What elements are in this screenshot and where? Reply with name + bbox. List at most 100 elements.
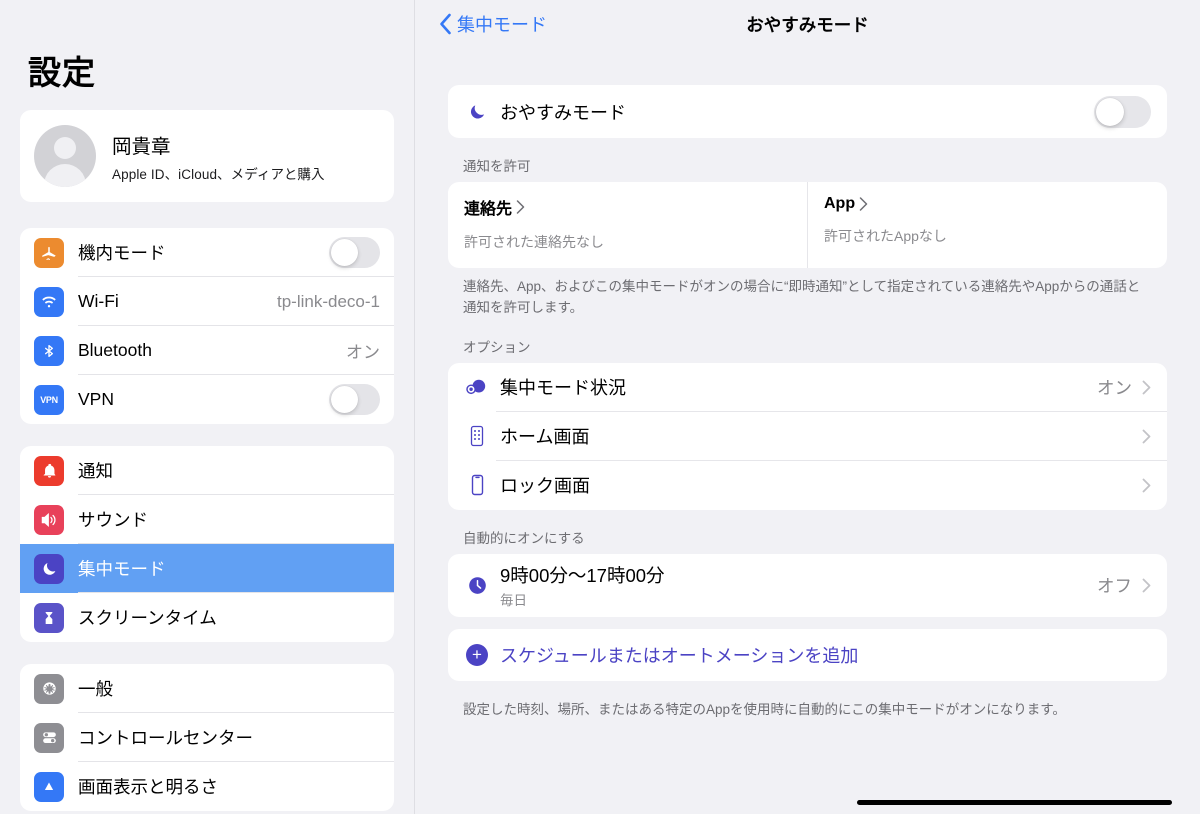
chevron-right-icon (1142, 578, 1151, 593)
sidebar-item-wifi[interactable]: Wi-Fi tp-link-deco-1 (20, 277, 394, 326)
home-indicator (857, 800, 1172, 805)
sidebar-item-focus[interactable]: 集中モード (20, 544, 394, 593)
chevron-right-icon (516, 200, 525, 214)
chevron-right-icon (1142, 478, 1151, 493)
options-header: オプション (463, 339, 531, 355)
account-subtitle: Apple ID、iCloud、メディアと購入 (112, 166, 325, 182)
chevron-right-icon (859, 197, 868, 211)
apple-account-card[interactable]: 岡貴章 Apple ID、iCloud、メディアと購入 (20, 110, 394, 202)
sidebar-item-screen-time[interactable]: スクリーンタイム (20, 593, 394, 642)
sidebar-item-label: Bluetooth (78, 340, 152, 360)
sidebar-item-label: Wi-Fi (78, 291, 119, 311)
sidebar-item-label: VPN (78, 389, 114, 409)
add-schedule-card: + スケジュールまたはオートメーションを追加 (448, 628, 1167, 681)
sidebar-item-general[interactable]: 一般 (20, 664, 394, 713)
allow-contacts-title: 連絡先 (464, 201, 513, 218)
do-not-disturb-label: おやすみモード (500, 102, 626, 123)
option-row-lock-screen[interactable]: ロック画面 (448, 461, 1167, 510)
option-label: ホーム画面 (500, 427, 590, 448)
avatar (34, 125, 96, 187)
allow-notifications-footnote: 連絡先、App、およびこの集中モードがオンの場合に“即時通知”として指定されてい… (463, 279, 1141, 315)
allow-apps-column[interactable]: App 許可されたAppなし (807, 182, 1167, 268)
do-not-disturb-row[interactable]: おやすみモード (448, 85, 1167, 138)
allow-contacts-column[interactable]: 連絡先 許可された連絡先なし (448, 182, 807, 268)
sidebar-item-label: 一般 (78, 679, 113, 699)
sidebar-item-control-center[interactable]: コントロールセンター (20, 713, 394, 762)
allow-notifications-header: 通知を許可 (463, 159, 531, 174)
display-brightness-icon (34, 771, 64, 802)
settings-sidebar: 設定 岡貴章 Apple ID、iCloud、メディアと購入 機内モード Wi-… (0, 0, 415, 814)
wifi-network-value: tp-link-deco-1 (277, 291, 380, 311)
navigation-bar: 集中モード おやすみモード (433, 0, 1182, 48)
sidebar-group-notifications: 通知 サウンド 集中モード スクリーンタイム (20, 446, 394, 642)
do-not-disturb-toggle[interactable] (1094, 95, 1151, 128)
wifi-icon (34, 286, 64, 317)
gear-icon (34, 673, 64, 704)
plus-circle-icon: + (464, 643, 490, 666)
add-schedule-row[interactable]: + スケジュールまたはオートメーションを追加 (448, 629, 1167, 681)
page-title: 設定 (28, 54, 96, 91)
option-label: 集中モード状況 (500, 378, 626, 399)
home-screen-icon (464, 425, 490, 447)
sidebar-item-airplane-mode[interactable]: 機内モード (20, 228, 394, 277)
sidebar-item-label: コントロールセンター (78, 728, 253, 748)
moon-icon (464, 102, 490, 121)
back-button[interactable]: 集中モード (433, 11, 547, 37)
allow-apps-title: App (824, 195, 856, 212)
allow-notifications-card: 連絡先 許可された連絡先なし App 許可されたAppなし (448, 182, 1167, 268)
option-label: ロック画面 (500, 476, 590, 497)
airplane-mode-toggle[interactable] (329, 237, 380, 268)
sidebar-item-label: 集中モード (78, 559, 166, 579)
sidebar-item-label: 画面表示と明るさ (78, 777, 218, 797)
sidebar-group-connectivity: 機内モード Wi-Fi tp-link-deco-1 Bluetooth オン (20, 228, 394, 424)
chevron-right-icon (1142, 429, 1151, 444)
account-name: 岡貴章 (112, 135, 171, 158)
sidebar-item-sounds[interactable]: サウンド (20, 495, 394, 544)
schedule-card: 9時00分〜17時00分 毎日 オフ (448, 553, 1167, 617)
sidebar-item-bluetooth[interactable]: Bluetooth オン (20, 326, 394, 375)
vpn-icon: VPN (34, 384, 64, 415)
hourglass-icon (34, 602, 64, 633)
sidebar-item-label: スクリーンタイム (78, 608, 217, 628)
speaker-icon (34, 504, 64, 535)
lock-screen-icon (464, 474, 490, 496)
bell-icon (34, 455, 64, 486)
airplane-icon (34, 237, 64, 268)
schedule-repeat: 毎日 (500, 592, 527, 608)
allow-contacts-subtitle: 許可された連絡先なし (464, 234, 604, 250)
sidebar-item-label: 通知 (78, 461, 113, 481)
schedule-text: 9時00分〜17時00分 毎日 (500, 562, 1097, 609)
schedule-state-value: オフ (1097, 575, 1132, 596)
chevron-left-icon (440, 13, 451, 35)
options-card: 集中モード状況 オン ホーム画面 ロック画面 (448, 362, 1167, 510)
option-row-home-screen[interactable]: ホーム画面 (448, 412, 1167, 461)
focus-detail-pane: 集中モード おやすみモード おやすみモード 通知を許可 連絡先 許可された連絡先… (415, 0, 1200, 814)
allow-contacts-title-wrap: 連絡先 (464, 195, 525, 219)
allow-apps-title-wrap: App (824, 195, 868, 213)
moon-icon (34, 553, 64, 584)
do-not-disturb-card: おやすみモード (448, 85, 1167, 138)
control-center-icon (34, 722, 64, 753)
back-button-label: 集中モード (457, 15, 547, 35)
sidebar-item-vpn[interactable]: VPN VPN (20, 375, 394, 424)
schedule-row[interactable]: 9時00分〜17時00分 毎日 オフ (448, 554, 1167, 617)
sidebar-item-display-brightness[interactable]: 画面表示と明るさ (20, 762, 394, 811)
schedule-time: 9時00分〜17時00分 (500, 564, 665, 586)
sidebar-item-label: 機内モード (78, 243, 166, 263)
bluetooth-state-value: オン (346, 343, 380, 362)
vpn-toggle[interactable] (329, 384, 380, 415)
ipad-settings-screen: 設定 岡貴章 Apple ID、iCloud、メディアと購入 機内モード Wi-… (0, 0, 1200, 814)
allow-apps-subtitle: 許可されたAppなし (824, 228, 947, 244)
automation-footnote: 設定した時刻、場所、またはある特定のAppを使用時に自動的にこの集中モードがオン… (463, 701, 1066, 717)
chevron-right-icon (1142, 380, 1151, 395)
add-schedule-label: スケジュールまたはオートメーションを追加 (500, 645, 859, 666)
sidebar-group-system: 一般 コントロールセンター 画面表示と明るさ (20, 664, 394, 811)
automation-header: 自動的にオンにする (463, 530, 585, 546)
sidebar-item-notifications[interactable]: 通知 (20, 446, 394, 495)
option-row-focus-status[interactable]: 集中モード状況 オン (448, 363, 1167, 412)
focus-status-icon (464, 377, 490, 397)
clock-icon (464, 575, 490, 596)
sidebar-item-label: サウンド (78, 510, 148, 530)
bluetooth-icon (34, 335, 64, 366)
focus-status-value: オン (1097, 377, 1132, 398)
